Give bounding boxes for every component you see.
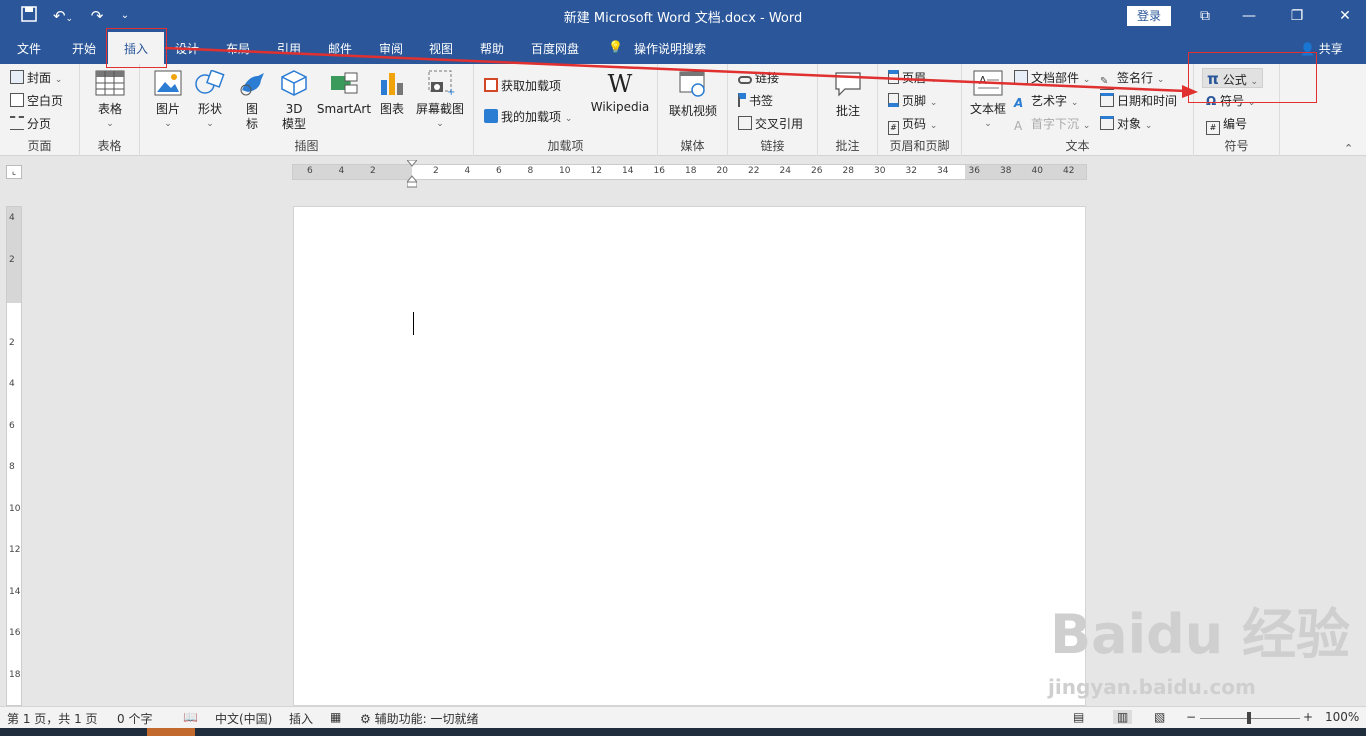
ruler-tick-label: 12 <box>590 166 602 176</box>
ruler-tick-label: 2 <box>370 166 376 176</box>
ruler-tick-label: 2 <box>9 337 15 348</box>
accessibility-label: 辅助功能: 一切就绪 <box>374 712 479 726</box>
zoom-level[interactable]: 100% <box>1325 710 1359 724</box>
ruler-tick-label: 36 <box>968 166 980 176</box>
accessibility-status[interactable]: ⚙ 辅助功能: 一切就绪 <box>360 710 478 727</box>
watermark-brand: Baidu 经验 <box>1050 603 1351 666</box>
ruler-tick-label: 10 <box>9 503 21 514</box>
ruler-tick-label: 40 <box>1031 166 1043 176</box>
ruler-tick-label: 22 <box>748 166 760 176</box>
ruler-tick-label: 14 <box>622 166 634 176</box>
watermark-url: jingyan.baidu.com <box>1048 675 1256 699</box>
ruler-tick-label: 4 <box>338 166 345 176</box>
indent-marker[interactable] <box>405 159 419 188</box>
ruler-tick-label: 4 <box>9 379 15 389</box>
ruler-tick-label: 28 <box>842 166 854 176</box>
ruler-tick-label: 6 <box>307 166 313 176</box>
language[interactable]: 中文(中国) <box>215 710 272 727</box>
status-bar: 第 1 页，共 1 页 0 个字 📖 中文(中国) 插入 ▦ ⚙ 辅助功能: 一… <box>0 706 1366 728</box>
ruler-tick-label: 2 <box>9 254 15 265</box>
accessibility-icon: ⚙ <box>360 712 371 726</box>
page-count[interactable]: 第 1 页，共 1 页 <box>7 710 98 727</box>
ruler-tick-label: 6 <box>496 166 502 176</box>
text-cursor <box>413 312 414 335</box>
ruler-tick-label: 4 <box>464 166 471 176</box>
ruler-tick-label: 18 <box>685 166 697 176</box>
zoom-in-icon[interactable]: + <box>1303 710 1313 724</box>
ruler-tick-label: 16 <box>653 166 665 176</box>
ruler-tick-label: 20 <box>716 166 728 176</box>
taskbar <box>0 728 1366 736</box>
web-layout-icon[interactable]: ▧ <box>1154 710 1165 724</box>
ruler-tick-label: 8 <box>9 462 15 472</box>
ruler-tick-label: 4 <box>9 213 15 223</box>
zoom-slider-thumb[interactable] <box>1247 712 1251 724</box>
ruler-tick-label: 38 <box>1000 166 1012 176</box>
word-count[interactable]: 0 个字 <box>117 710 152 727</box>
ruler-tick-label: 14 <box>9 586 21 597</box>
print-layout-icon[interactable]: ▥ <box>1113 710 1133 724</box>
ruler-tick-label: 24 <box>779 166 791 176</box>
ruler-tick-label: 26 <box>811 166 823 176</box>
ruler-tick-label: 6 <box>9 420 15 431</box>
macro-icon[interactable]: ▦ <box>330 710 341 724</box>
ruler-tick-label: 34 <box>937 166 949 176</box>
tab-selector[interactable]: ⌞ <box>6 165 22 179</box>
ruler-tick-label: 30 <box>874 166 886 176</box>
vertical-ruler[interactable]: 4 2 2 4 6 8 10 12 14 16 18 <box>6 206 22 706</box>
ruler-tick-label: 8 <box>527 166 534 176</box>
ruler-tick-label: 12 <box>9 545 21 555</box>
ruler-tick-label: 2 <box>433 166 439 176</box>
ruler-tick-label: 32 <box>905 166 917 176</box>
ruler-tick-label: 10 <box>559 166 571 176</box>
document-page[interactable] <box>293 206 1086 706</box>
zoom-out-icon[interactable]: − <box>1186 710 1196 724</box>
ruler-tick-label: 16 <box>9 628 21 638</box>
insert-mode[interactable]: 插入 <box>289 710 313 727</box>
taskbar-app[interactable] <box>147 728 195 736</box>
proofing-icon[interactable]: 📖 <box>183 710 198 724</box>
ruler-tick-label: 42 <box>1063 166 1075 176</box>
read-mode-icon[interactable]: ▤ <box>1073 710 1084 724</box>
ruler-tick-label: 18 <box>9 669 21 680</box>
